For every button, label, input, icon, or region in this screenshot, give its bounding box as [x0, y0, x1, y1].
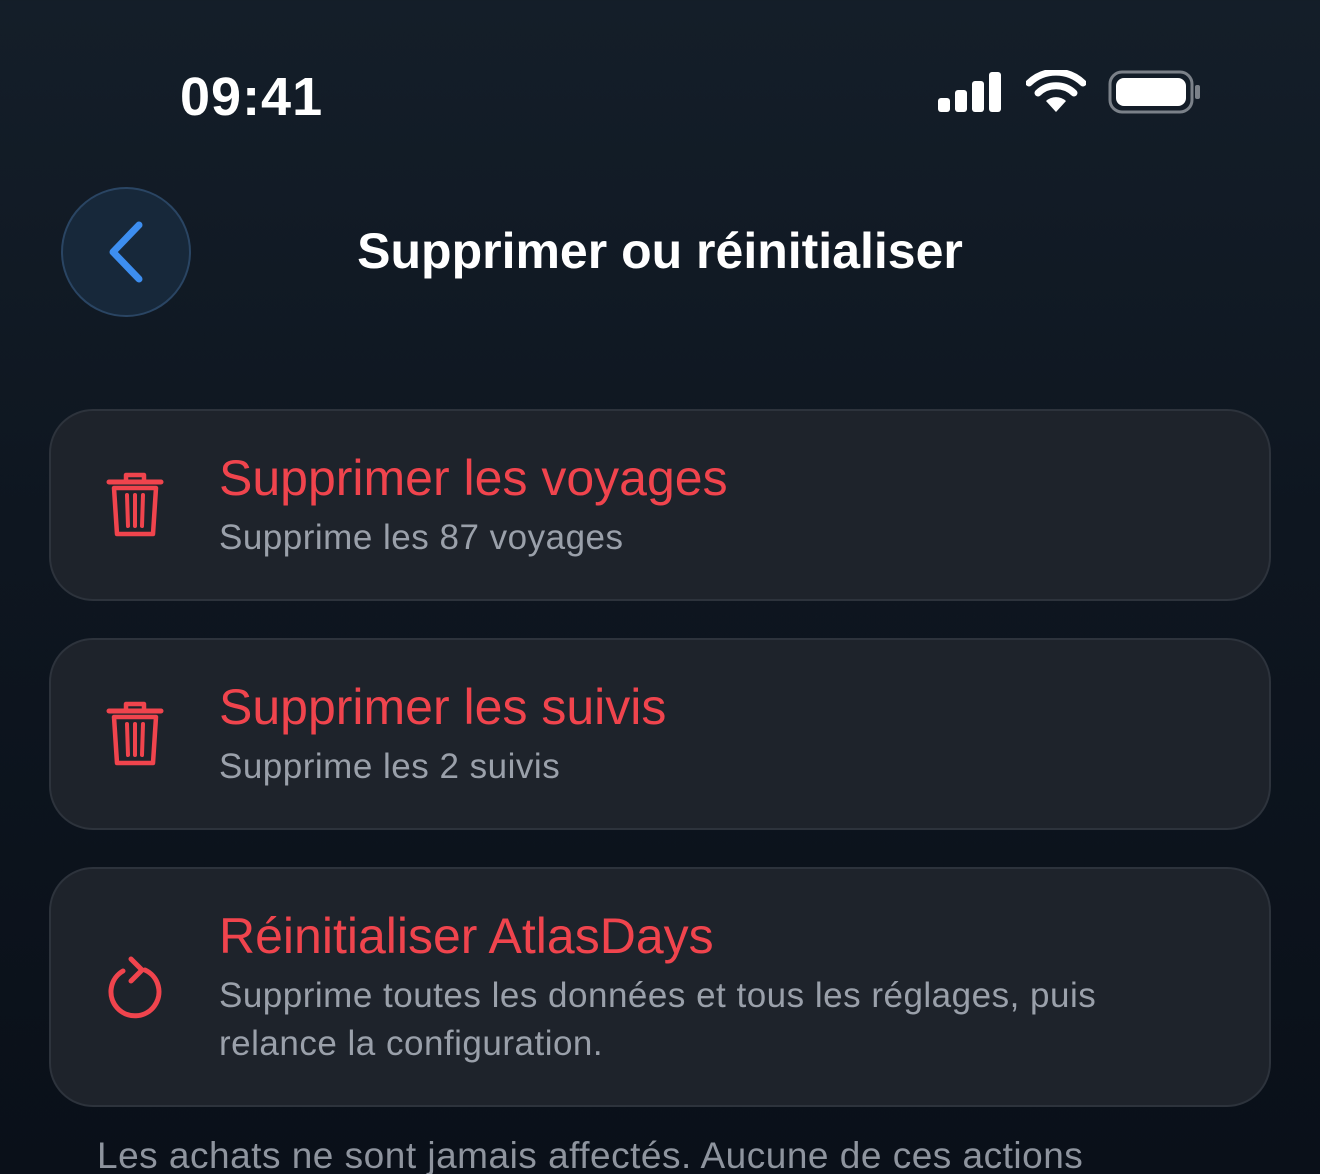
page-title: Supprimer ou réinitialiser [357, 223, 963, 279]
action-icon-container [51, 952, 219, 1022]
trash-icon [106, 701, 164, 766]
status-bar: 09:41 [0, 0, 1320, 170]
action-text: Supprimer les voyages Supprime les 87 vo… [219, 448, 1269, 562]
action-title: Supprimer les suivis [219, 679, 667, 735]
action-icon-container [51, 699, 219, 769]
action-subtitle: Supprime toutes les données et tous les … [219, 976, 1097, 1063]
reset-app-button[interactable]: Réinitialiser AtlasDays Supprime toutes … [49, 867, 1271, 1107]
action-subtitle: Supprime les 2 suivis [219, 747, 561, 786]
cellular-signal-icon [938, 72, 1001, 112]
wifi-icon [1026, 70, 1086, 112]
action-title: Supprimer les voyages [219, 450, 728, 506]
trash-icon [106, 472, 164, 537]
action-text: Réinitialiser AtlasDays Supprime toutes … [219, 906, 1269, 1068]
status-time: 09:41 [180, 67, 324, 127]
status-icons [938, 70, 1202, 114]
action-text: Supprimer les suivis Supprime les 2 suiv… [219, 677, 1269, 791]
nav-bar: Supprimer ou réinitialiser [0, 180, 1320, 325]
action-title: Réinitialiser AtlasDays [219, 908, 714, 964]
action-subtitle: Supprime les 87 voyages [219, 518, 624, 557]
reset-arrow-icon [108, 956, 162, 1019]
delete-trips-button[interactable]: Supprimer les voyages Supprime les 87 vo… [49, 409, 1271, 601]
delete-tracking-button[interactable]: Supprimer les suivis Supprime les 2 suiv… [49, 638, 1271, 830]
footer-note: Les achats ne sont jamais affectés. Aucu… [97, 1135, 1084, 1174]
battery-icon [1108, 70, 1200, 114]
actions-list: Supprimer les voyages Supprime les 87 vo… [49, 409, 1271, 1144]
action-icon-container [51, 470, 219, 540]
